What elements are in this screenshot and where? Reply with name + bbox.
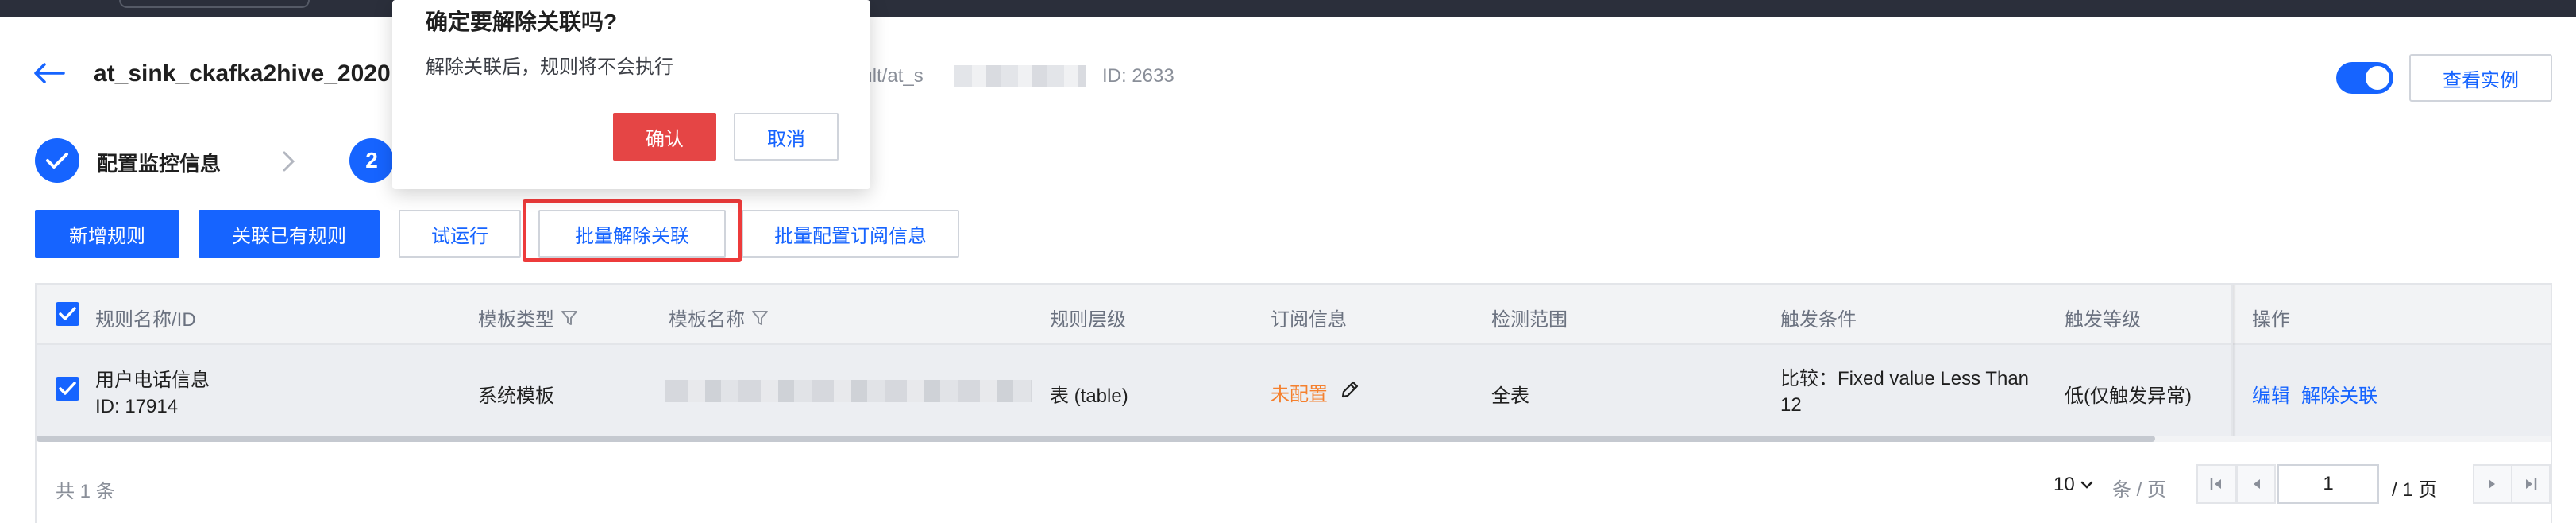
confirm-button[interactable]: 确认 — [613, 113, 716, 161]
first-page-icon — [2210, 478, 2221, 490]
prev-page-button[interactable] — [2236, 464, 2276, 504]
page-title: at_sink_ckafka2hive_2020 — [94, 60, 391, 87]
popover-description: 解除关联后，规则将不会执行 — [426, 56, 673, 78]
page-size-value: 10 — [2053, 474, 2075, 495]
link-existing-rule-button[interactable]: 关联已有规则 — [199, 210, 380, 258]
next-page-button[interactable] — [2473, 464, 2512, 504]
chevron-right-icon — [283, 151, 295, 172]
column-header-template-name[interactable]: 模板名称 — [669, 304, 769, 331]
next-page-icon — [2489, 479, 2495, 489]
first-page-button[interactable] — [2196, 464, 2236, 504]
trigger-condition-line-2: 12 — [1780, 394, 1802, 416]
chevron-down-icon — [2080, 481, 2092, 489]
edit-pencil-icon[interactable] — [1339, 378, 1361, 401]
batch-subscribe-button[interactable]: 批量配置订阅信息 — [742, 210, 959, 258]
redacted-path — [954, 65, 1086, 87]
column-header-rule-name: 规则名称/ID — [95, 309, 196, 331]
total-pages: / 1 页 — [2392, 479, 2438, 501]
filter-icon[interactable] — [751, 309, 769, 327]
enable-toggle[interactable] — [2336, 62, 2393, 94]
step-2-number: 2 — [349, 138, 394, 183]
column-header-scope: 检测范围 — [1491, 309, 1568, 331]
rule-toolbar: 新增规则 关联已有规则 试运行 批量解除关联 批量配置订阅信息 — [0, 210, 2576, 466]
table-header: 规则名称/ID 模板类型 模板名称 规则层级 订阅信息 检测范围 触发条件 触发… — [37, 285, 2551, 345]
top-nav-tab[interactable] — [119, 0, 310, 8]
rule-level: 表 (table) — [1050, 385, 1128, 407]
select-all-checkbox[interactable] — [56, 302, 79, 326]
redacted-template-name — [665, 380, 1032, 402]
column-header-trigger-level: 触发等级 — [2065, 309, 2141, 331]
page-number-input[interactable] — [2277, 464, 2379, 504]
detection-scope: 全表 — [1491, 385, 1529, 407]
unlink-link[interactable]: 解除关联 — [2301, 380, 2377, 408]
trial-run-button[interactable]: 试运行 — [399, 210, 521, 258]
column-header-template-type[interactable]: 模板类型 — [478, 304, 578, 331]
popover-title: 确定要解除关联吗? — [426, 10, 618, 34]
toggle-knob — [2366, 66, 2389, 90]
horizontal-scrollbar[interactable] — [37, 436, 2155, 442]
rules-table: 规则名称/ID 模板类型 模板名称 规则层级 订阅信息 检测范围 触发条件 触发… — [35, 283, 2552, 523]
step-1-check-icon — [35, 138, 79, 183]
resource-id: ID: 2633 — [1102, 65, 1174, 87]
template-type: 系统模板 — [478, 385, 554, 407]
unlink-confirm-popover: 确定要解除关联吗? 解除关联后，规则将不会执行 确认 取消 — [392, 0, 870, 189]
filter-icon[interactable] — [561, 309, 578, 327]
page-size-unit: 条 / 页 — [2112, 479, 2167, 501]
table-row: 用户电话信息 ID: 17914 系统模板 表 (table) 未配置 全表 比… — [37, 345, 2551, 436]
last-page-icon — [2526, 478, 2537, 490]
rule-id: ID: 17914 — [95, 396, 179, 417]
column-header-actions: 操作 — [2252, 309, 2290, 331]
highlight-annotation — [523, 199, 742, 262]
row-checkbox[interactable] — [56, 377, 79, 401]
back-arrow-icon[interactable] — [32, 61, 65, 85]
view-instance-button[interactable]: 查看实例 — [2409, 54, 2552, 102]
page-size-select[interactable]: 10 — [2053, 474, 2094, 496]
step-1-label: 配置监控信息 — [97, 152, 222, 176]
column-header-rule-level: 规则层级 — [1050, 309, 1126, 331]
cancel-button[interactable]: 取消 — [734, 113, 839, 161]
table-footer: 共 1 条 10 条 / 页 / 1 页 — [37, 442, 2551, 523]
column-header-subscription: 订阅信息 — [1271, 309, 1347, 331]
subscription-status: 未配置 — [1271, 384, 1328, 405]
actions-column-divider — [2231, 285, 2236, 436]
edit-link[interactable]: 编辑 — [2252, 380, 2290, 408]
trigger-level: 低(仅触发异常) — [2065, 385, 2192, 407]
top-nav-bar — [0, 0, 2576, 17]
rule-name: 用户电话信息 — [95, 370, 210, 391]
column-header-trigger-condition: 触发条件 — [1780, 309, 1857, 331]
total-count: 共 1 条 — [56, 481, 115, 502]
add-rule-button[interactable]: 新增规则 — [35, 210, 179, 258]
page-header: at_sink_ckafka2hive_2020 efault/at_s ID:… — [0, 17, 2576, 105]
last-page-button[interactable] — [2511, 464, 2551, 504]
prev-page-icon — [2254, 479, 2260, 489]
trigger-condition-line-1: 比较：Fixed value Less Than — [1780, 368, 2030, 389]
